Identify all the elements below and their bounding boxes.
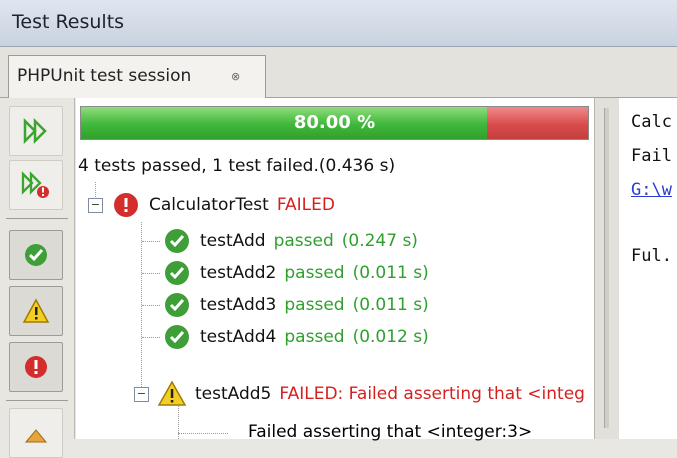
- test-status: passed: [284, 263, 345, 283]
- check-icon: [165, 325, 189, 349]
- error-icon: [25, 356, 47, 378]
- check-icon: [25, 244, 47, 266]
- tab-label: PHPUnit test session: [17, 66, 192, 86]
- test-name: testAdd: [200, 231, 266, 251]
- show-passed-toggle[interactable]: [9, 230, 63, 280]
- collapse-icon[interactable]: −: [134, 386, 149, 402]
- test-status: passed: [284, 327, 345, 347]
- splitter-grip[interactable]: [604, 108, 609, 428]
- warning-icon: [22, 298, 50, 323]
- test-row[interactable]: testAdd3 passed (0.011 s): [162, 289, 429, 321]
- panel-title-bar: Test Results: [0, 0, 677, 47]
- progress-bar: 80.00 %: [80, 106, 589, 140]
- panel-title: Test Results: [12, 11, 125, 33]
- close-tab-icon[interactable]: ⊗: [231, 70, 240, 83]
- output-pane: Calc Fail G:\w Ful.: [619, 98, 677, 439]
- show-warnings-toggle[interactable]: [9, 286, 63, 336]
- test-name: testAdd4: [200, 327, 277, 347]
- tab-bar: PHPUnit test session ⊗: [0, 47, 677, 98]
- test-row-failed[interactable]: − testAdd5 FAILED: Failed asserting that…: [134, 378, 585, 410]
- test-time: (0.247 s): [341, 231, 418, 251]
- failure-detail: Failed asserting that <integer:3>: [248, 422, 533, 442]
- toolbar-separator: [6, 218, 68, 219]
- progress-text: 80.00 %: [293, 112, 376, 133]
- show-failures-toggle[interactable]: [9, 342, 63, 392]
- test-name: testAdd5: [195, 384, 272, 404]
- toolbar-separator: [6, 400, 68, 401]
- arrow-up-icon: [24, 429, 48, 443]
- suite-row-calculatortest[interactable]: − CalculatorTest FAILED: [88, 189, 335, 221]
- rerun-all-icon: [23, 118, 47, 144]
- test-status: passed: [273, 231, 334, 251]
- test-row[interactable]: testAdd passed (0.247 s): [162, 225, 418, 257]
- test-time: (0.012 s): [352, 327, 429, 347]
- check-icon: [165, 293, 189, 317]
- summary-text: 4 tests passed, 1 test failed.(0.436 s): [78, 156, 396, 176]
- error-icon: [114, 193, 138, 217]
- test-time: (0.011 s): [352, 263, 429, 283]
- test-toolbar: [0, 98, 75, 458]
- failure-detail-row[interactable]: Failed asserting that <integer:3>: [248, 416, 532, 448]
- test-status: FAILED: Failed asserting that <integ: [279, 384, 585, 404]
- test-row[interactable]: testAdd4 passed (0.012 s): [162, 321, 429, 353]
- output-line: Calc: [631, 112, 672, 132]
- rerun-all-button[interactable]: [9, 106, 63, 156]
- check-icon: [165, 261, 189, 285]
- rerun-failed-icon: [21, 171, 49, 198]
- warning-icon: [157, 380, 187, 406]
- pane-splitter[interactable]: [594, 98, 620, 439]
- suite-name: CalculatorTest: [149, 195, 269, 215]
- test-results-tree: 80.00 % 4 tests passed, 1 test failed.(0…: [76, 98, 594, 442]
- rerun-failed-button[interactable]: [9, 160, 63, 210]
- check-icon: [165, 229, 189, 253]
- test-name: testAdd3: [200, 295, 277, 315]
- output-line: Ful.: [631, 246, 672, 266]
- output-line: Fail: [631, 146, 672, 166]
- test-row[interactable]: testAdd2 passed (0.011 s): [162, 257, 429, 289]
- suite-status: FAILED: [276, 195, 335, 215]
- output-file-link[interactable]: G:\w: [631, 180, 672, 200]
- test-name: testAdd2: [200, 263, 277, 283]
- tab-phpunit-session[interactable]: PHPUnit test session ⊗: [8, 55, 266, 98]
- previous-failure-button[interactable]: [9, 408, 63, 458]
- test-time: (0.011 s): [352, 295, 429, 315]
- collapse-icon[interactable]: −: [88, 197, 103, 213]
- test-status: passed: [284, 295, 345, 315]
